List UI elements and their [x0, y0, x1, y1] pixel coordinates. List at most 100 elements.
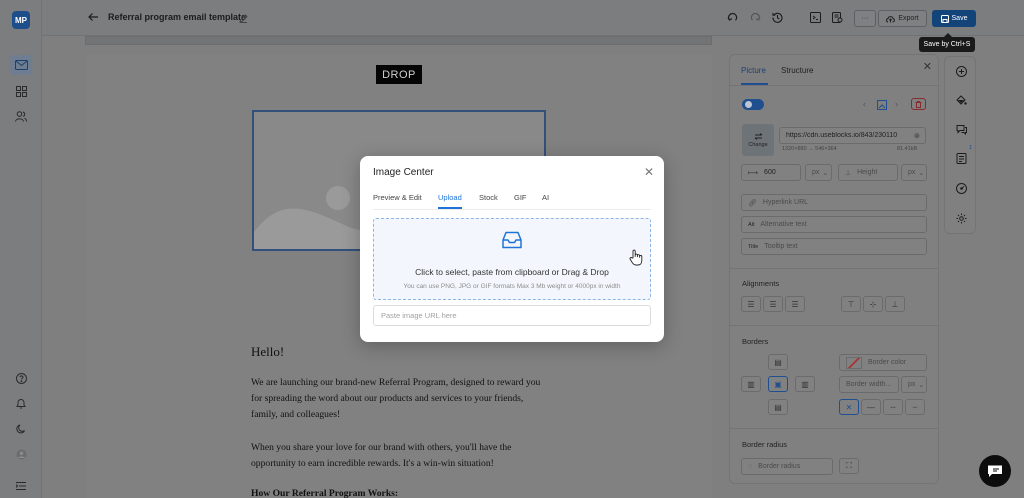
image-url-field[interactable]: https://cdn.useblocks.io/843/230110 ⊚: [779, 127, 926, 144]
modules-icon[interactable]: [10, 81, 32, 101]
close-icon[interactable]: ✕: [644, 165, 654, 179]
border-radius-field[interactable]: ◌ Border radius: [741, 458, 833, 475]
dark-mode-icon[interactable]: [10, 419, 32, 439]
export-button[interactable]: Export: [878, 10, 927, 27]
align-bottom-button[interactable]: ⊥: [885, 296, 905, 312]
change-label: Change: [748, 141, 768, 148]
border-width-field[interactable]: Border width...: [839, 376, 899, 393]
modal-title: Image Center: [373, 167, 434, 178]
email-paragraph[interactable]: When you share your love for our brand w…: [251, 440, 551, 472]
image-url-value: https://cdn.useblocks.io/843/230110: [786, 132, 898, 139]
width-unit-select[interactable]: px ⌄: [805, 164, 832, 181]
app-logo[interactable]: MP: [12, 11, 30, 29]
title-field[interactable]: Title Tooltip text: [741, 238, 927, 255]
help-icon[interactable]: [10, 368, 32, 388]
redo-icon[interactable]: [750, 12, 761, 26]
email-subheading[interactable]: How Our Referral Program Works:: [251, 488, 398, 498]
add-block-icon[interactable]: [953, 63, 969, 79]
image-edit-icon[interactable]: [877, 99, 887, 113]
avatar[interactable]: [10, 444, 32, 464]
tab-divider: [730, 85, 938, 86]
align-right-button[interactable]: ☰: [785, 296, 805, 312]
tab-structure[interactable]: Structure: [781, 66, 813, 75]
more-button[interactable]: ···: [854, 10, 876, 27]
performance-icon[interactable]: [953, 180, 969, 196]
brand-logo[interactable]: DROP: [376, 65, 422, 84]
image-url-input[interactable]: [373, 305, 651, 326]
image-thumbnail[interactable]: Change: [742, 124, 774, 156]
settings-gear-icon[interactable]: [953, 210, 969, 226]
floppy-icon: [940, 14, 949, 23]
hyperlink-field[interactable]: 🔗︎ Hyperlink URL: [741, 194, 927, 211]
code-view-icon[interactable]: [810, 12, 821, 26]
test-email-icon[interactable]: [832, 12, 843, 26]
height-field[interactable]: ⊥ Height: [838, 164, 898, 181]
paint-bucket-icon[interactable]: [953, 92, 969, 108]
width-field[interactable]: ⟼ 600: [741, 164, 801, 181]
border-style-dotted-button[interactable]: ┈: [905, 399, 925, 415]
height-placeholder: Height: [857, 169, 878, 176]
align-top-button[interactable]: ⊤: [841, 296, 861, 312]
radius-icon: ◌: [748, 463, 753, 470]
close-icon[interactable]: ✕: [923, 60, 932, 73]
border-width-unit-select[interactable]: px ⌄: [901, 376, 927, 393]
border-color-field[interactable]: Border color: [839, 354, 927, 371]
image-center-modal: Image Center ✕ Preview & Edit Upload Sto…: [360, 156, 664, 342]
email-nav-icon[interactable]: [10, 55, 32, 75]
export-label: Export: [898, 15, 919, 22]
border-radius-label: Border radius: [742, 440, 788, 449]
chevron-left-icon[interactable]: ‹: [863, 99, 866, 109]
border-style-solid-button[interactable]: —: [861, 399, 881, 415]
chat-widget-button[interactable]: [979, 455, 1011, 487]
border-right-button[interactable]: ▥: [795, 376, 815, 392]
collapse-menu-icon[interactable]: [10, 476, 32, 496]
chevron-right-icon[interactable]: ›: [895, 99, 898, 109]
structure-strip: [85, 36, 712, 45]
visibility-toggle[interactable]: [742, 99, 764, 110]
no-color-swatch: [846, 356, 862, 369]
document-title[interactable]: Referral program email template: [108, 12, 246, 22]
section-divider: [730, 268, 938, 269]
alignments-label: Alignments: [742, 279, 780, 288]
align-center-button[interactable]: ☰: [763, 296, 783, 312]
delete-icon[interactable]: [911, 98, 926, 110]
tab-upload[interactable]: Upload: [438, 193, 462, 202]
border-bottom-button[interactable]: ▤: [768, 399, 788, 415]
alt-placeholder: Alternative text: [760, 221, 807, 228]
border-left-button[interactable]: ▥: [741, 376, 761, 392]
align-middle-button[interactable]: ⊹: [863, 296, 883, 312]
border-top-button[interactable]: ▤: [768, 354, 788, 370]
tab-stock[interactable]: Stock: [479, 193, 498, 202]
upload-dropzone[interactable]: Click to select, paste from clipboard or…: [373, 218, 651, 300]
border-all-button[interactable]: ▣: [768, 376, 788, 392]
history-icon[interactable]: [772, 12, 783, 26]
cloud-upload-icon: [886, 15, 896, 22]
align-left-button[interactable]: ☰: [741, 296, 761, 312]
swap-icon: [754, 132, 762, 140]
tab-picture[interactable]: Picture: [741, 66, 766, 75]
comments-icon[interactable]: [953, 121, 969, 137]
inbox-tray-icon: [502, 231, 522, 252]
email-greeting[interactable]: Hello!: [251, 344, 284, 360]
undo-icon[interactable]: [727, 12, 738, 26]
tab-ai[interactable]: AI: [542, 193, 549, 202]
section-divider: [730, 428, 938, 429]
alt-text-field[interactable]: Alt Alternative text: [741, 216, 927, 233]
edit-pencil-icon[interactable]: [239, 12, 248, 26]
email-paragraph[interactable]: We are launching our brand-new Referral …: [251, 375, 551, 423]
copy-icon[interactable]: ⊚: [914, 132, 920, 140]
tab-preview-edit[interactable]: Preview & Edit: [373, 193, 422, 202]
border-style-none-button[interactable]: ✕: [839, 399, 859, 415]
back-arrow-icon[interactable]: [88, 11, 99, 25]
width-unit: px: [812, 169, 820, 176]
title-prefix: Title: [748, 243, 759, 250]
users-icon[interactable]: [10, 106, 32, 126]
bell-icon[interactable]: [10, 393, 32, 413]
radius-corners-button[interactable]: ⛶: [839, 458, 859, 474]
save-button[interactable]: Save: [932, 10, 976, 27]
border-style-dashed-button[interactable]: ┄: [883, 399, 903, 415]
tab-gif[interactable]: GIF: [514, 193, 527, 202]
template-icon[interactable]: [953, 150, 969, 166]
image-dimensions: 1320×880 → 546×364: [782, 146, 837, 152]
height-unit-select[interactable]: px ⌄: [901, 164, 927, 181]
